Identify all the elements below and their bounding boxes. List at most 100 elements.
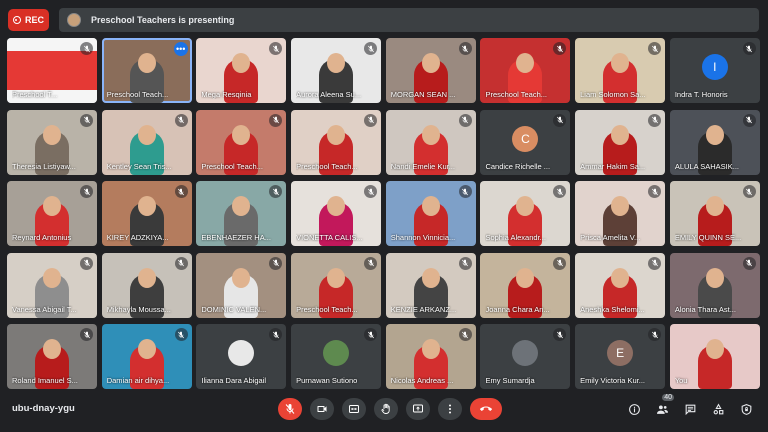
activities-button[interactable] (710, 401, 726, 417)
participant-name: EBENHAEZER HA... (201, 233, 271, 242)
participant-tile[interactable]: Alonia Thara Ast... (669, 252, 760, 318)
participant-name: Alonia Thara Ast... (674, 304, 736, 314)
shield-lock-icon (741, 403, 751, 415)
participant-tile[interactable]: Sophia Alexandr... (480, 181, 571, 246)
participant-avatar (512, 340, 539, 366)
mic-muted-icon (648, 328, 662, 341)
participant-name: Purnawan Sutiono (296, 376, 358, 385)
chat-icon (685, 404, 695, 415)
participant-name: Ammar Hakim Sa... (580, 161, 646, 171)
participant-tile[interactable]: Preschool Teach... (480, 38, 571, 103)
participant-name: Nandi Emelie Kur... (390, 161, 455, 171)
participant-tile[interactable]: E Emily Victoria Kur... (575, 324, 666, 389)
participant-tile[interactable]: Nandi Emelie Kur... (385, 109, 476, 175)
mic-muted-icon (174, 113, 188, 127)
participant-avatar (228, 340, 255, 366)
participant-tile[interactable]: Preschool T... (7, 38, 97, 103)
mic-muted-icon (458, 113, 472, 127)
participant-tile[interactable]: ALULA SAHASIK... (669, 109, 760, 175)
participant-tile[interactable]: EBENHAEZER HA... (196, 181, 287, 246)
participant-tile[interactable]: Nicolas Andreas ... (385, 324, 476, 389)
participant-tile[interactable]: KENZIE ARKANZ... (385, 252, 476, 318)
participant-tile[interactable]: Joanna Chara An... (480, 252, 571, 318)
participant-name: Prisca Amelita V... (580, 233, 641, 242)
participant-tile[interactable]: Emy Sumardja (480, 324, 571, 389)
participant-tile[interactable]: Roland Imanuel S... (7, 324, 97, 389)
participant-name: Preschool Teach... (201, 161, 263, 171)
participant-name: Kentley Sean Tris... (106, 161, 172, 171)
people-icon (656, 404, 668, 414)
participants-count: 40 (662, 394, 674, 401)
mic-muted-icon (648, 256, 662, 270)
mic-muted-icon (174, 185, 188, 198)
hangup-icon (480, 406, 492, 411)
mic-muted-icon (80, 328, 93, 341)
camera-toggle-button[interactable] (310, 398, 334, 420)
mic-muted-icon (364, 256, 378, 270)
mic-toggle-button[interactable] (278, 398, 302, 420)
present-icon (413, 404, 423, 413)
mic-muted-icon (80, 113, 93, 127)
participant-tile[interactable]: Theresia Listiyaw... (7, 109, 97, 175)
present-now-button[interactable] (406, 398, 430, 420)
participant-tile[interactable]: DOMINIC VALEN... (196, 252, 287, 318)
participant-tile[interactable]: Prisca Amelita V... (575, 181, 666, 246)
activities-icon (713, 403, 723, 414)
leave-call-button[interactable] (470, 398, 502, 420)
host-controls-button[interactable] (738, 401, 754, 417)
participant-tile[interactable]: EMILY QUINN SE... (669, 181, 760, 246)
participant-name: Sophia Alexandr... (485, 233, 546, 242)
participant-tile[interactable]: I Indra T. Honoris (669, 38, 760, 103)
participant-name: KENZIE ARKANZ... (390, 304, 457, 314)
record-icon (12, 16, 21, 24)
participant-tile[interactable]: Vanessa Abigail T... (7, 252, 97, 318)
participant-name: Mikhayla Moussa... (106, 304, 171, 314)
participant-tile[interactable]: KIREY ADZKIYA... (101, 181, 192, 246)
participant-tile[interactable]: C Candice Richelle ... (480, 109, 571, 175)
participant-name: Emy Sumardja (485, 376, 535, 385)
captions-button[interactable] (342, 398, 366, 420)
participant-avatar: C (512, 125, 539, 152)
participant-tile[interactable]: Preschool Teach... (291, 252, 382, 318)
participants-button[interactable]: 40 (654, 394, 674, 417)
participant-tile[interactable]: Mega Resqinia (196, 38, 287, 103)
tile-more-options-icon[interactable]: ••• (173, 42, 188, 56)
participant-name: VIONETTA CALIS... (296, 233, 363, 242)
participant-name: KIREY ADZKIYA... (106, 233, 169, 242)
participant-tile[interactable]: Preschool Teach... (196, 109, 287, 175)
participant-tile[interactable]: Preschool Teach... (291, 109, 382, 175)
participant-name: Shannon Vinnicia... (390, 233, 456, 242)
presenting-text: Preschool Teachers is presenting (91, 15, 235, 25)
participant-tile[interactable]: Purnawan Sutiono (291, 324, 382, 389)
participant-name: Indra T. Honoris (674, 90, 728, 99)
mic-muted-icon (742, 42, 756, 55)
chat-button[interactable] (682, 401, 698, 417)
info-icon (628, 403, 640, 415)
participant-tile[interactable]: Reynard Antonius (7, 181, 97, 246)
participant-tile[interactable]: MORGAN SEAN ... (385, 38, 476, 103)
participant-tile[interactable]: Shannon Vinnicia... (385, 181, 476, 246)
participant-tile[interactable]: Ilianna Dara Abigail (196, 324, 287, 389)
participant-tile[interactable]: VIONETTA CALIS... (291, 181, 382, 246)
participant-tile[interactable]: Mikhayla Moussa... (101, 252, 192, 318)
participant-name: Mega Resqinia (201, 90, 252, 99)
participant-tile[interactable]: Kentley Sean Tris... (101, 109, 192, 175)
presenter-avatar (67, 13, 81, 27)
meeting-details-button[interactable] (626, 401, 642, 417)
mic-muted-icon (553, 256, 567, 270)
participant-avatar: E (607, 340, 634, 366)
participant-tile[interactable]: You (669, 324, 760, 389)
participant-name: MORGAN SEAN ... (390, 90, 456, 99)
participant-tile[interactable]: Aurora Aleena Su... (291, 38, 382, 103)
presenting-banner[interactable]: Preschool Teachers is presenting (59, 8, 759, 32)
raise-hand-button[interactable] (374, 398, 398, 420)
participant-tile[interactable]: ••• Preschool Teach... (101, 38, 192, 103)
participant-tile[interactable]: Liam Solomon Sa... (575, 38, 666, 103)
participant-name: Liam Solomon Sa... (580, 90, 646, 99)
more-options-button[interactable] (438, 398, 462, 420)
mic-muted-icon (364, 42, 378, 55)
participant-tile[interactable]: Ammar Hakim Sa... (575, 109, 666, 175)
participant-tile[interactable]: Aneshka Shelomi... (575, 252, 666, 318)
participant-tile[interactable]: Damian air dihya... (101, 324, 192, 389)
rec-button[interactable]: REC (8, 9, 49, 31)
